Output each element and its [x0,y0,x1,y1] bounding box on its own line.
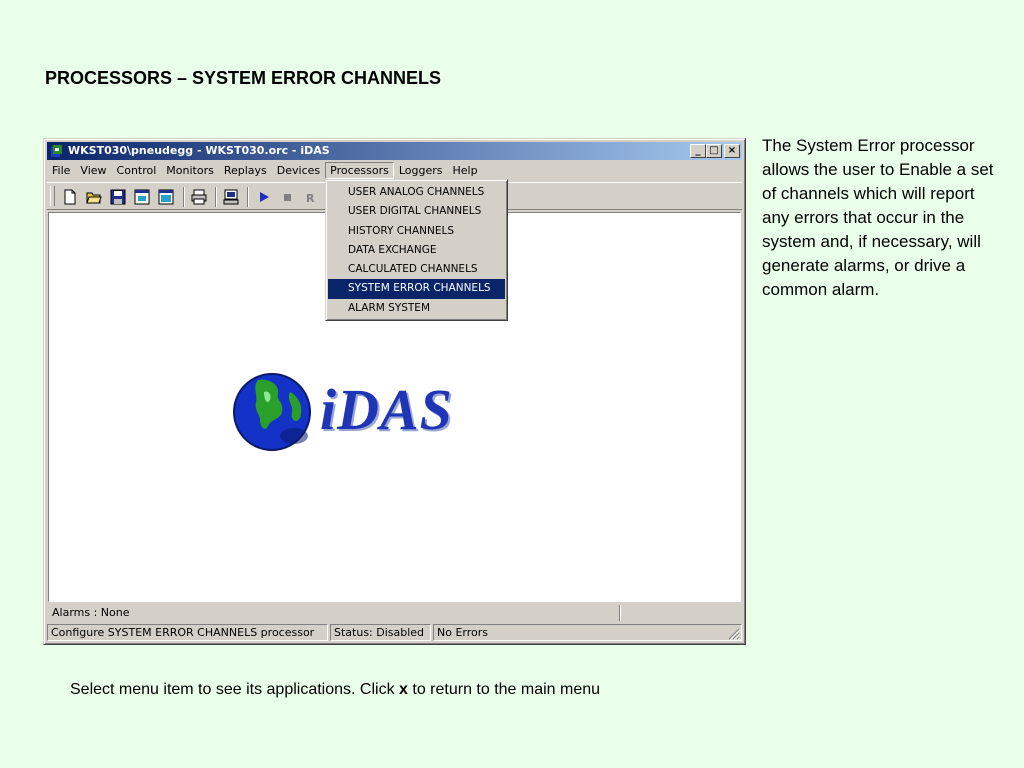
save-disk-icon[interactable] [109,188,127,206]
menu-item-history-channels[interactable]: HISTORY CHANNELS [328,222,505,241]
record-label: R [306,192,315,205]
window-titlebar[interactable]: WKST030\pneudegg - WKST030.orc - iDAS _ … [47,142,742,160]
logo-text: iDAS [320,377,453,442]
menu-replays[interactable]: Replays [219,162,272,179]
caption-buttons: _ □ × [690,144,740,158]
record-icon[interactable]: R [301,188,319,206]
maximize-button[interactable]: □ [706,144,722,158]
alarms-label: Alarms : None [52,606,130,619]
close-icon: × [727,145,737,156]
menu-devices[interactable]: Devices [272,162,325,179]
alarms-divider [619,605,621,621]
menu-file[interactable]: File [47,162,75,179]
toolbar-separator [247,187,249,207]
minimize-icon: _ [695,145,701,156]
print-icon[interactable] [190,188,208,206]
maximize-icon: □ [709,145,719,156]
menu-view[interactable]: View [75,162,111,179]
menu-loggers[interactable]: Loggers [394,162,448,179]
menu-item-calculated-channels[interactable]: CALCULATED CHANNELS [328,260,505,279]
menu-processors[interactable]: Processors [325,162,394,179]
monitor-icon[interactable] [222,188,240,206]
processors-dropdown-menu: USER ANALOG CHANNELS USER DIGITAL CHANNE… [325,179,508,321]
toolbar-grip[interactable] [50,186,55,206]
new-file-icon[interactable] [61,188,79,206]
globe-icon [233,373,311,451]
footer-text-before: Select menu item to see its applications… [70,681,400,698]
slide-title: PROCESSORS – SYSTEM ERROR CHANNELS [45,68,442,88]
status-message: Configure SYSTEM ERROR CHANNELS processo… [47,624,328,641]
menu-item-system-error-channels[interactable]: SYSTEM ERROR CHANNELS [328,279,505,299]
play-icon[interactable] [255,188,273,206]
app-icon [51,145,62,157]
window-alt-icon[interactable] [157,188,175,206]
menu-item-user-analog-channels[interactable]: USER ANALOG CHANNELS [328,183,505,202]
menu-monitors[interactable]: Monitors [161,162,219,179]
menu-item-user-digital-channels[interactable]: USER DIGITAL CHANNELS [328,202,505,221]
menu-item-alarm-system[interactable]: ALARM SYSTEM [328,299,505,318]
menu-control[interactable]: Control [112,162,162,179]
toolbar-separator [183,187,185,207]
footer-close-key: x [399,681,408,698]
resize-grip-icon[interactable] [728,628,740,640]
minimize-button[interactable]: _ [690,144,706,158]
idas-logo: iDAS [232,370,452,457]
toolbar-separator [215,187,217,207]
close-button[interactable]: × [724,144,740,158]
status-state: Status: Disabled [330,624,431,641]
open-folder-icon[interactable] [85,188,103,206]
menu-item-data-exchange[interactable]: DATA EXCHANGE [328,241,505,260]
side-description: The System Error processor allows the us… [762,136,994,299]
status-errors: No Errors [433,624,742,641]
footer-text-after: to return to the main menu [407,681,601,698]
alarms-bar: Alarms : None [47,605,742,621]
stop-icon[interactable] [278,188,296,206]
footer-instruction: Select menu item to see its applications… [70,681,600,699]
statusbar: Configure SYSTEM ERROR CHANNELS processo… [47,624,742,642]
menu-help[interactable]: Help [448,162,483,179]
window-icon[interactable] [133,188,151,206]
window-title: WKST030\pneudegg - WKST030.orc - iDAS [68,144,330,157]
menubar: File View Control Monitors Replays Devic… [47,161,742,180]
